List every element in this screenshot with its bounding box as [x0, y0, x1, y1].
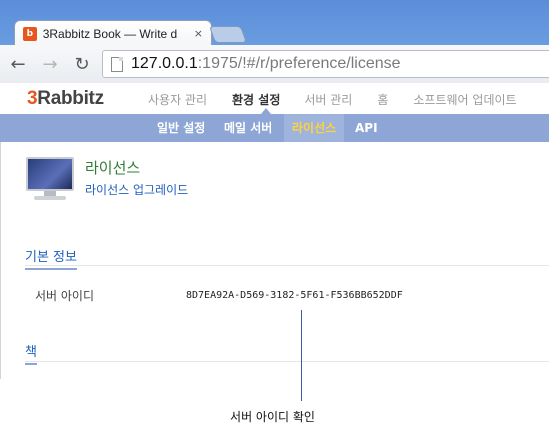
- annotation-caption: 서버 아이디 확인: [230, 410, 315, 424]
- nav-user-management[interactable]: 사용자 관리: [148, 91, 207, 108]
- subnav-general[interactable]: 일반 설정: [157, 114, 205, 142]
- server-id-value: 8D7EA92A-D569-3182-5F61-F536BB652DDF: [186, 290, 403, 301]
- section-basic-info: 기본 정보: [25, 246, 77, 270]
- main-nav: 사용자 관리 환경 설정 서버 관리 홈 소프트웨어 업데이트: [148, 91, 542, 108]
- browser-tab[interactable]: b 3Rabbitz Book — Write d ×: [14, 20, 212, 46]
- address-bar[interactable]: 127.0.0.1:1975/!#/r/preference/license: [102, 50, 549, 78]
- favicon-icon: b: [23, 26, 37, 41]
- nav-home[interactable]: 홈: [377, 91, 388, 108]
- close-icon[interactable]: ×: [194, 27, 203, 40]
- logo-number: 3: [27, 88, 38, 109]
- page-frame-border: [0, 142, 1, 379]
- url-host: 127.0.0.1: [131, 55, 198, 72]
- subnav-mail-server[interactable]: 메일 서버: [224, 114, 272, 142]
- annotation-pointer-line: [301, 310, 302, 401]
- back-icon[interactable]: ←: [4, 50, 32, 78]
- url-path: :1975/!#/r/preference/license: [197, 55, 401, 72]
- nav-preferences[interactable]: 환경 설정: [232, 91, 280, 108]
- section-divider: [25, 361, 549, 362]
- logo[interactable]: 3Rabbitz: [27, 88, 104, 110]
- nav-software-update[interactable]: 소프트웨어 업데이트: [413, 91, 516, 108]
- browser-chrome: b 3Rabbitz Book — Write d × ← → ↻ 127.0.…: [0, 0, 549, 83]
- section-divider: [25, 265, 549, 266]
- server-id-label: 서버 아이디: [35, 289, 95, 303]
- nav-server-management[interactable]: 서버 관리: [304, 91, 352, 108]
- browser-toolbar: ← → ↻ 127.0.0.1:1975/!#/r/preference/lic…: [0, 45, 549, 83]
- new-tab-button[interactable]: [208, 26, 248, 43]
- section-basic-info-title: 기본 정보: [25, 250, 77, 265]
- monitor-icon: [26, 157, 74, 201]
- section-book-title: 책: [25, 345, 37, 360]
- reload-icon[interactable]: ↻: [68, 50, 96, 78]
- page-icon: [111, 56, 123, 72]
- section-book: 책: [25, 341, 37, 365]
- logo-text: Rabbitz: [37, 88, 104, 109]
- license-upgrade-link[interactable]: 라이선스 업그레이드: [85, 181, 188, 198]
- subnav-api[interactable]: API: [355, 114, 378, 142]
- app-header: 3Rabbitz 사용자 관리 환경 설정 서버 관리 홈 소프트웨어 업데이트: [0, 84, 549, 114]
- tab-title: 3Rabbitz Book — Write d: [42, 26, 178, 41]
- forward-icon[interactable]: →: [36, 50, 64, 78]
- subnav-license[interactable]: 라이선스: [284, 114, 345, 142]
- sub-nav: 일반 설정 메일 서버 라이선스 API: [0, 114, 549, 142]
- page-title: 라이선스: [85, 159, 141, 177]
